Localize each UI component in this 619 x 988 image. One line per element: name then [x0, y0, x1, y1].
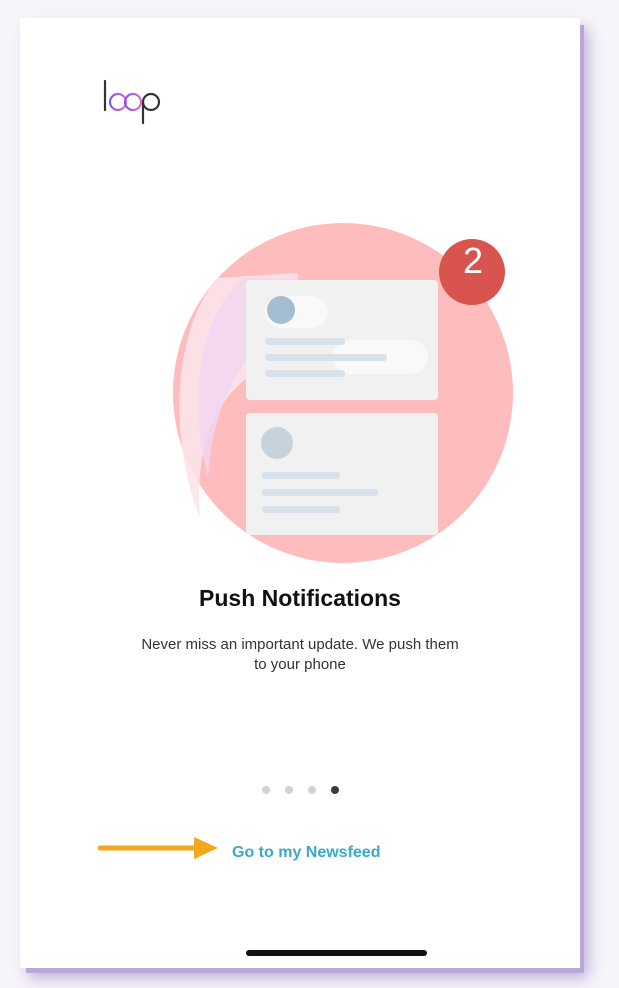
- page-description: Never miss an important update. We push …: [141, 636, 459, 673]
- notification-card-top: [246, 280, 438, 400]
- home-indicator[interactable]: [246, 950, 427, 956]
- pager-dots: [20, 786, 580, 794]
- pager-dot-1[interactable]: [261, 786, 270, 794]
- pager-dot-2[interactable]: [284, 786, 293, 794]
- onboarding-screen: loop: [20, 18, 580, 968]
- page-title: Push Notifications: [199, 585, 401, 611]
- notification-card-bottom: [246, 413, 438, 535]
- pager-dot-4-active[interactable]: [330, 786, 339, 794]
- go-to-newsfeed-button[interactable]: Go to my Newsfeed: [232, 844, 380, 862]
- notification-badge-count: 2: [462, 240, 484, 281]
- loop-logo: loop: [103, 79, 161, 125]
- pager-dot-3[interactable]: [307, 786, 316, 794]
- annotation-arrow-icon: [98, 837, 218, 859]
